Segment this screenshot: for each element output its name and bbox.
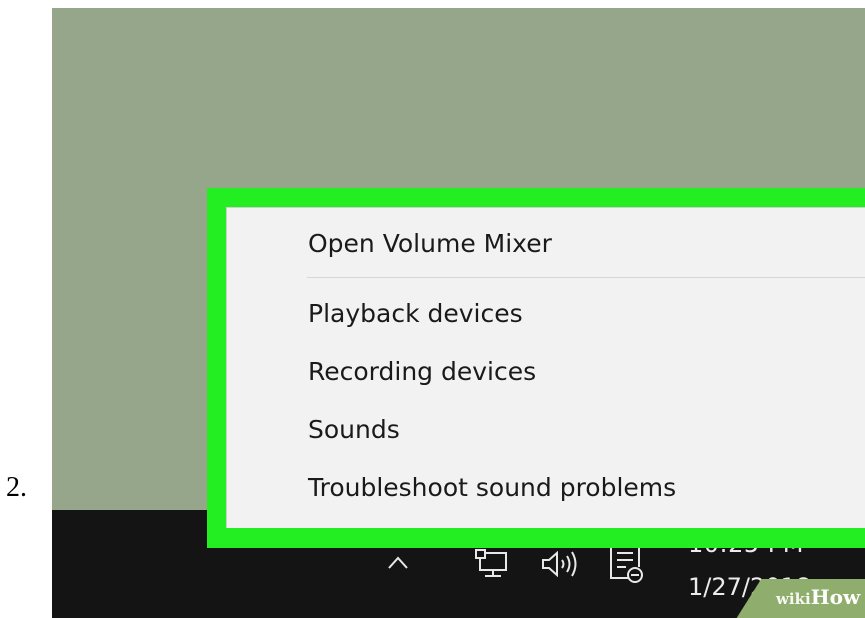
menu-item-sounds[interactable]: Sounds xyxy=(308,415,400,444)
menu-item-playback-devices[interactable]: Playback devices xyxy=(308,299,523,328)
step-number: 2. xyxy=(6,472,27,503)
menu-item-troubleshoot-sound-problems[interactable]: Troubleshoot sound problems xyxy=(308,473,676,502)
menu-separator xyxy=(307,277,865,278)
menu-item-open-volume-mixer[interactable]: Open Volume Mixer xyxy=(308,229,552,258)
windows-screenshot: 10:25 PM 1/27/2018 wikiHow Open Volume M… xyxy=(52,8,865,618)
volume-context-menu: Open Volume Mixer Playback devices Recor… xyxy=(226,207,865,528)
menu-item-recording-devices[interactable]: Recording devices xyxy=(308,357,536,386)
network-icon[interactable] xyxy=(474,548,510,580)
volume-icon[interactable] xyxy=(540,548,580,580)
chevron-up-icon[interactable] xyxy=(387,552,409,574)
watermark-prefix: wiki xyxy=(776,590,811,608)
notification-icon[interactable] xyxy=(608,542,644,584)
watermark-text: wikiHow xyxy=(776,585,860,609)
watermark-suffix: How xyxy=(810,585,861,609)
